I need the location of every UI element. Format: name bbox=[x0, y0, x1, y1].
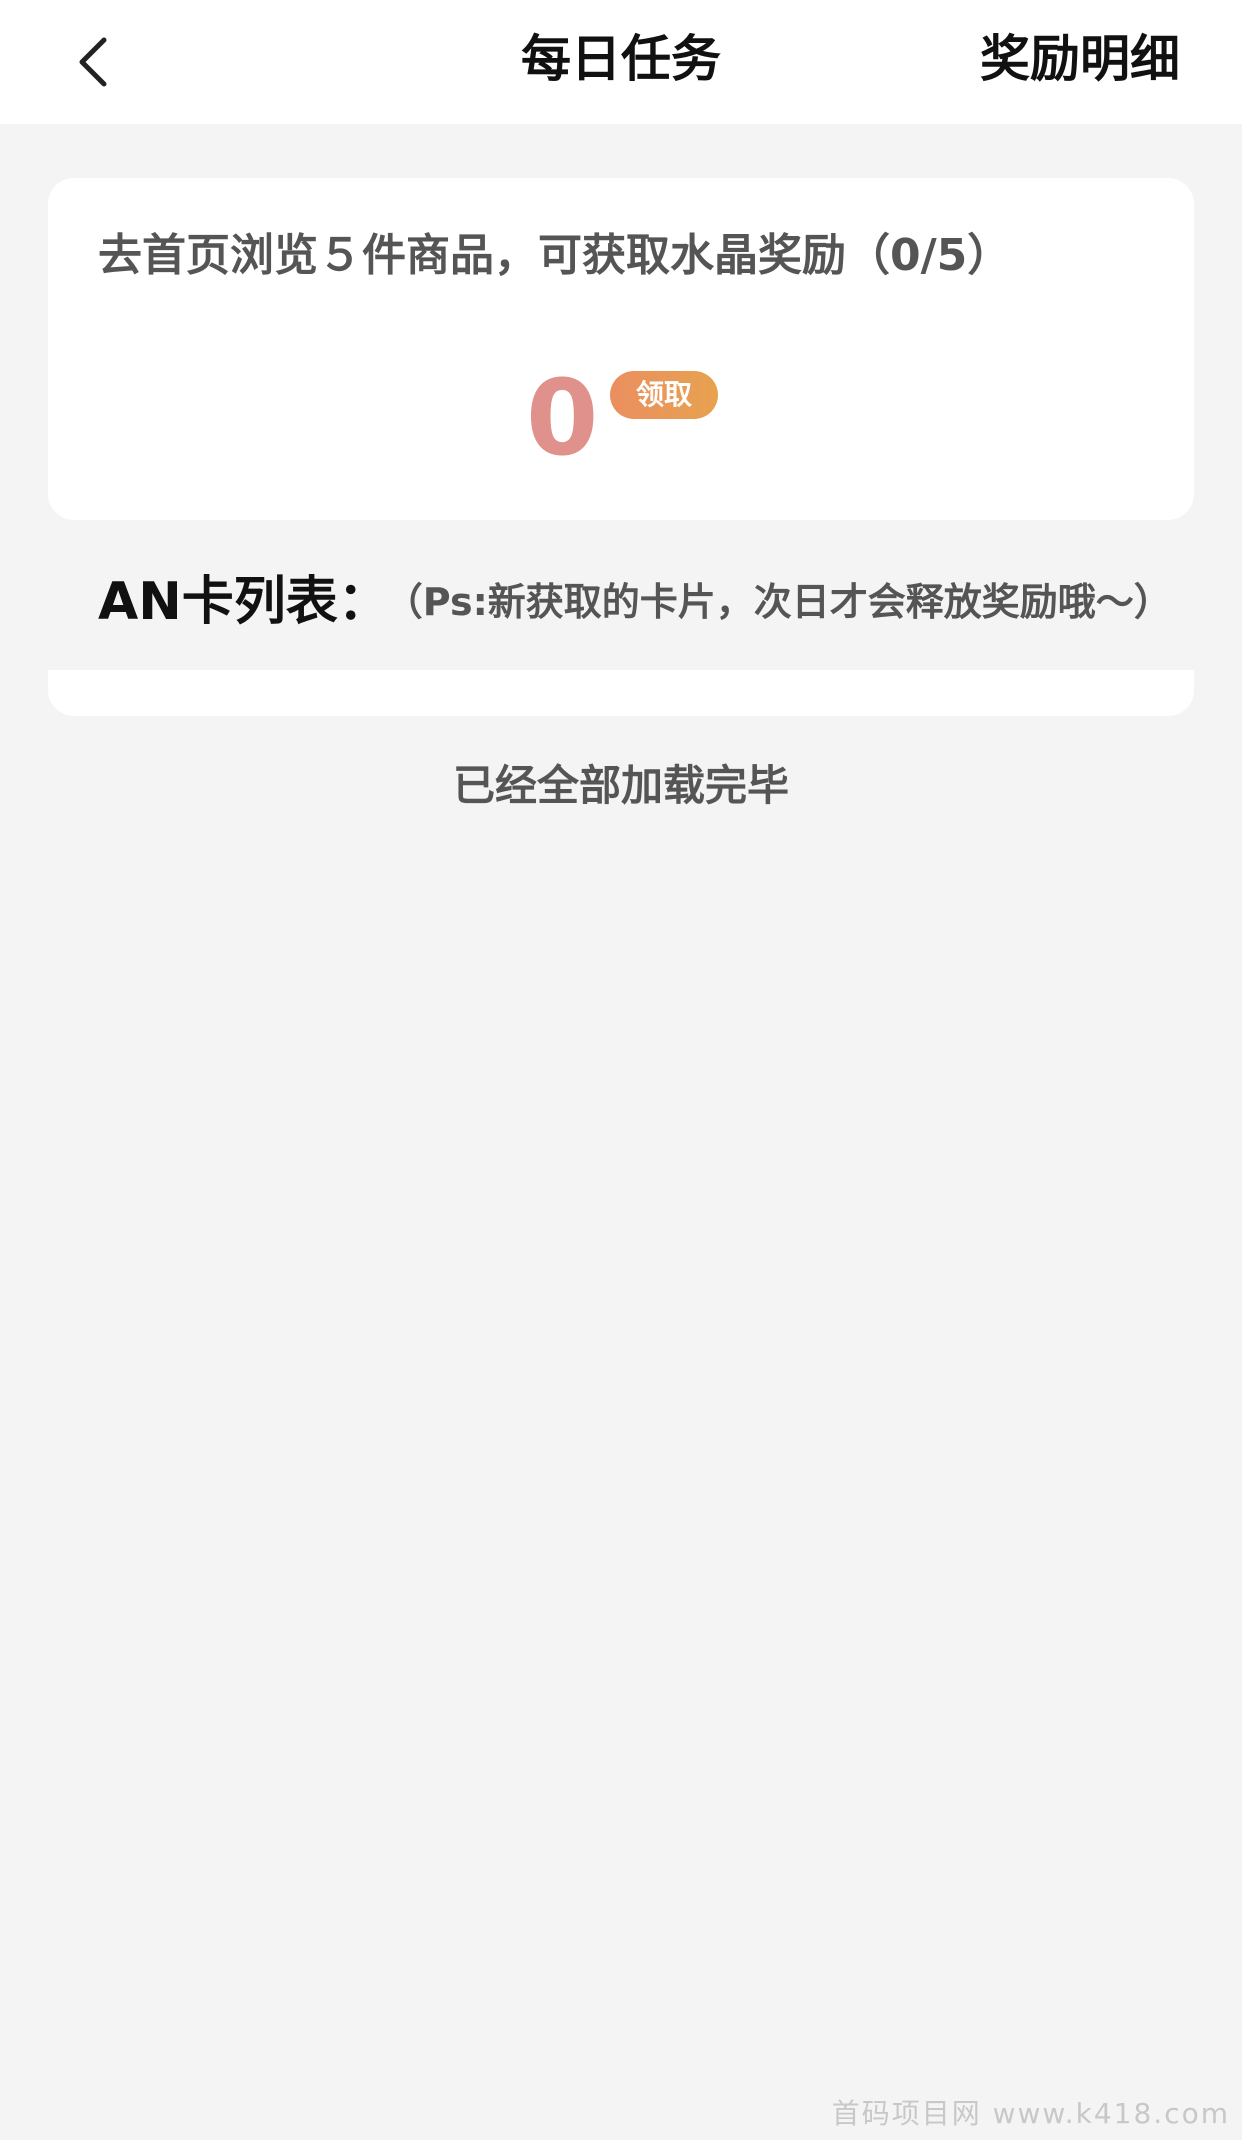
task-description: 去首页浏览５件商品，可获取水晶奖励（0/5） bbox=[98, 230, 1012, 281]
top-nav-bar: 每日任务 奖励明细 bbox=[0, 0, 1242, 124]
card-list-title: AN卡列表： bbox=[98, 572, 390, 632]
load-complete-text: 已经全部加载完毕 bbox=[452, 761, 789, 810]
reward-count: 0 bbox=[526, 357, 599, 479]
reward-detail-link[interactable]: 奖励明细 bbox=[980, 24, 1180, 94]
back-button[interactable] bbox=[62, 28, 130, 96]
watermark: 首码项目网 www.k418.com bbox=[831, 2097, 1230, 2130]
card-list bbox=[48, 670, 1194, 716]
chevron-left-icon bbox=[79, 37, 107, 87]
claim-button[interactable]: 领取 bbox=[610, 371, 718, 419]
daily-task-card: 去首页浏览５件商品，可获取水晶奖励（0/5） 0 领取 bbox=[48, 178, 1194, 520]
card-list-note: （Ps:新获取的卡片，次日才会释放奖励哦～） bbox=[403, 580, 1172, 624]
card-list-header: AN卡列表： （Ps:新获取的卡片，次日才会释放奖励哦～） bbox=[98, 566, 1172, 638]
